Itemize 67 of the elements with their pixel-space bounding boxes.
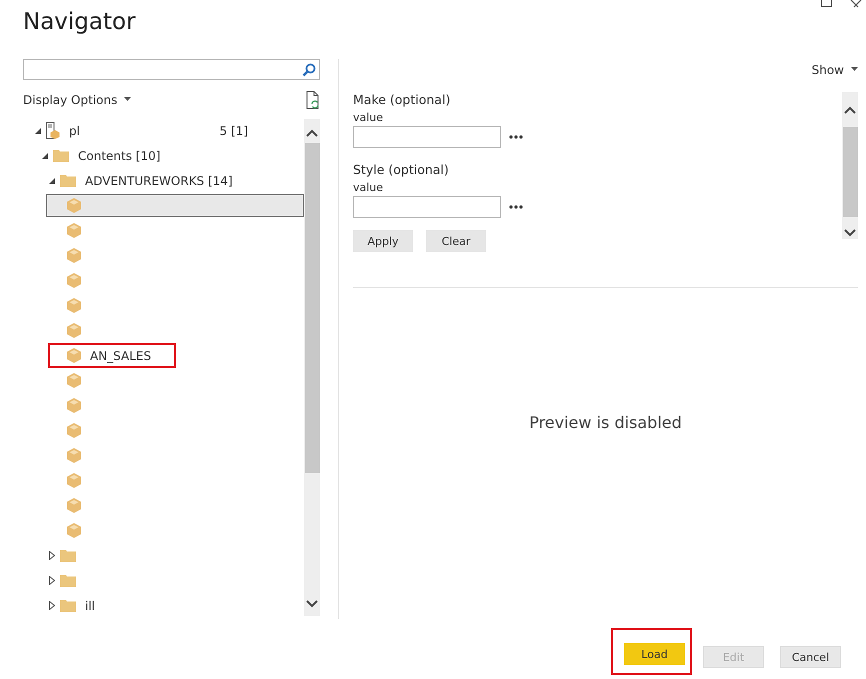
show-dropdown[interactable]: Show [812,59,858,81]
tree-item[interactable]: Contents [10] [23,144,304,167]
scrollbar[interactable] [842,92,858,239]
folder-icon [53,149,69,162]
folder-icon [60,549,76,562]
tree-item[interactable]: ADVENTUREWORKS [14] [23,169,304,192]
cube-icon [67,323,81,338]
expanded-triangle-icon[interactable] [42,152,48,158]
window-title: Navigator [23,8,136,37]
tree-item[interactable]: AN_SALES [49,344,175,367]
tree-item-label: pl [69,124,80,138]
expanded-triangle-icon[interactable] [49,178,55,184]
parameter-sublabel: value [353,181,384,196]
refresh-document-icon[interactable] [306,91,320,109]
caret-icon[interactable] [124,96,132,100]
more-options-icon[interactable] [509,135,523,139]
parameter-button[interactable]: Apply [353,230,413,252]
collapsed-triangle-icon[interactable] [49,576,55,585]
parameter-sublabel: value [353,111,384,126]
tree-item-label: ADVENTUREWORKS [14] [85,174,233,188]
cube-icon [67,198,81,213]
cube-icon [67,223,81,238]
scroll-up-icon[interactable] [306,129,318,137]
search-icon[interactable] [302,62,316,76]
folder-icon [60,599,76,612]
value-field[interactable] [353,196,501,218]
tree-item[interactable] [46,194,304,217]
cube-icon [67,448,81,463]
display-options-dropdown[interactable]: Display Options [23,93,132,107]
footer-button[interactable]: Cancel [780,646,841,668]
collapsed-triangle-icon[interactable] [49,601,55,610]
search-field[interactable] [23,59,320,80]
cube-icon [67,298,81,313]
parameter-label: Style (optional) [353,162,450,179]
cube-icon [67,248,81,263]
folder-icon [60,574,76,587]
preview-message: Preview is disabled [529,413,682,432]
cube-icon [67,398,81,413]
cube-icon [67,373,81,388]
scroll-down-icon[interactable] [306,600,318,608]
cube-icon [67,523,81,538]
tree-item[interactable]: pl 5 [1] [23,119,304,142]
cube-icon [67,473,81,488]
tree-item[interactable]: ill [23,594,304,616]
folder-icon [60,174,76,187]
scrollbar[interactable] [304,119,320,616]
cube-icon [67,348,81,363]
item-count: 5 [1] [220,124,248,138]
scroll-up-icon[interactable] [844,106,856,114]
parameter-button[interactable]: Clear [426,230,486,252]
maximize-icon[interactable] [821,0,832,7]
tree-item-label: AN_SALES [90,348,152,362]
tree-item-label: Contents [10] [78,148,160,162]
footer-button[interactable]: Load [624,643,685,665]
expanded-triangle-icon[interactable] [35,128,41,134]
more-options-icon[interactable] [509,205,523,209]
cube-icon [67,273,81,288]
scroll-down-icon[interactable] [844,229,856,237]
parameter-label: Make (optional) [353,92,452,109]
caret-icon[interactable] [851,66,858,70]
server-cube-icon [46,122,60,139]
collapsed-triangle-icon[interactable] [49,551,55,560]
cube-icon [67,423,81,438]
cube-icon [67,498,81,513]
close-icon[interactable] [850,0,862,8]
value-field[interactable] [353,126,501,148]
tree-item-label: ill [85,598,96,612]
